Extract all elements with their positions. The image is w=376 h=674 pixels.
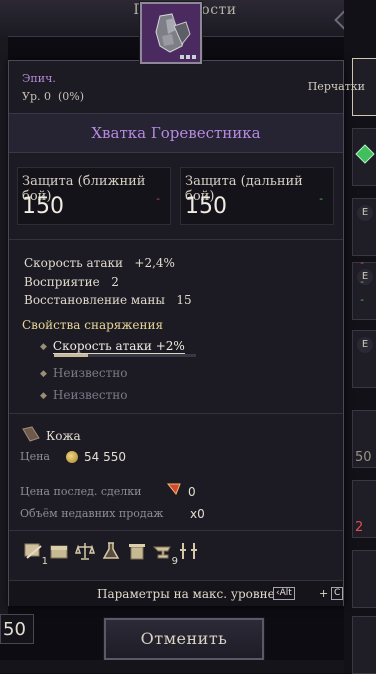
stat-perception-change: - — [360, 275, 364, 288]
item-slot-type: Перчатки — [307, 80, 365, 93]
slot-letter: E — [357, 337, 373, 353]
item-name: Хватка Горевестника — [9, 113, 343, 153]
trash-icon[interactable] — [126, 540, 148, 562]
scales-icon[interactable] — [74, 540, 96, 562]
recent-volume-label: Объём недавних продаж — [20, 507, 164, 520]
trade-icon — [166, 483, 181, 495]
property-item[interactable]: ◆ Скорость атаки +2% — [40, 339, 185, 354]
stat-mana-regen: Восстановление маны 15 — [24, 293, 192, 307]
recent-volume-value: x0 — [190, 507, 205, 521]
item-level: Ур. 0 (0%) — [22, 90, 85, 103]
item-quality-dots — [180, 55, 196, 59]
scroll-icon[interactable]: 1 — [22, 540, 48, 567]
slot-count: 50 — [355, 450, 372, 465]
inventory-slot[interactable] — [352, 616, 376, 674]
anvil-icon[interactable]: 9 — [152, 540, 178, 567]
chest-icon[interactable] — [48, 540, 70, 562]
inventory-slot[interactable] — [352, 550, 376, 608]
divider — [9, 239, 343, 240]
coin-icon — [66, 451, 78, 463]
item-icon — [140, 2, 202, 64]
bottom-edge — [0, 660, 344, 673]
max-level-hint: Параметры на макс. уровне — [97, 587, 275, 601]
defense-melee-box: Защита (ближний бой) 150 - — [17, 167, 171, 225]
slot-count: 2 — [355, 520, 364, 535]
flask-icon[interactable] — [100, 540, 122, 562]
defense-ranged-box: Защита (дальний бой) 150 - — [180, 167, 334, 225]
slot-letter: E — [357, 205, 373, 221]
last-trade-label: Цена послед. сделки — [20, 485, 142, 498]
alt-key: ‹Alt — [273, 587, 295, 600]
gloves-icon — [155, 13, 191, 53]
defense-melee-value: 150 — [22, 194, 64, 219]
inventory-slot[interactable]: E — [352, 262, 376, 320]
inventory-slot[interactable]: E — [352, 198, 376, 256]
item-material: Кожа — [46, 429, 81, 443]
stat-perception: Восприятие 2 — [24, 275, 119, 289]
inventory-slot[interactable]: E — [352, 330, 376, 388]
defense-ranged-value: 150 — [185, 194, 227, 219]
tooltip-footer: Параметры на макс. уровне ‹Alt + C — [9, 580, 344, 606]
plus-sign: + — [319, 587, 329, 600]
item-rarity: Эпич. — [22, 72, 56, 85]
c-key: C — [331, 587, 344, 600]
stat-attack-speed-change: - — [360, 256, 364, 269]
swords-icon[interactable] — [178, 540, 200, 562]
inventory-slot[interactable]: 2 — [352, 480, 376, 538]
action-icons-row: 1 9 — [22, 540, 200, 567]
stat-mana-regen-change: - — [360, 293, 364, 306]
stat-attack-speed: Скорость атаки +2,4% — [24, 256, 175, 270]
last-trade-value: 0 — [188, 485, 196, 499]
leather-icon — [22, 426, 40, 442]
defense-melee-change: - — [156, 192, 160, 205]
side-count: 50 — [0, 614, 34, 644]
property-item: ◆ Неизвестно — [40, 366, 128, 380]
defense-ranged-change: - — [319, 192, 323, 205]
divider — [9, 413, 343, 414]
divider — [9, 530, 343, 531]
property-item: ◆ Неизвестно — [40, 388, 128, 402]
inventory-slot[interactable] — [352, 128, 376, 186]
inventory-slot[interactable]: 50 — [352, 410, 376, 468]
price-label: Цена — [20, 450, 50, 463]
cancel-button[interactable]: Отменить — [104, 618, 264, 660]
price-value: 54 550 — [84, 450, 126, 464]
property-progress-bar — [54, 354, 196, 357]
properties-title: Свойства снаряжения — [22, 318, 164, 332]
left-panel-edge — [0, 36, 8, 626]
green-gem-icon — [355, 144, 375, 164]
